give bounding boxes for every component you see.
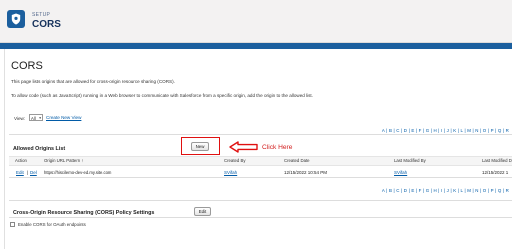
allowed-origins-title: Allowed Origins List: [13, 146, 66, 152]
view-select-value: All: [31, 116, 36, 121]
column-header-origin-url[interactable]: Origin URL Pattern ↑: [44, 158, 83, 163]
cors-shield-icon: [7, 10, 25, 28]
view-select[interactable]: All ▾: [29, 114, 43, 121]
annotation-arrow-icon: [229, 141, 258, 153]
column-header-created-date[interactable]: Created Date: [284, 158, 310, 163]
alphabet-filter-bottom[interactable]: A | B | C | D | E | F | G | H | I | J | …: [382, 188, 509, 193]
enable-cors-oauth-checkbox[interactable]: [10, 222, 15, 227]
view-label: View:: [14, 116, 26, 121]
edit-link[interactable]: Edit: [16, 170, 24, 175]
alphabet-filter-top[interactable]: A | B | C | D | E | F | G | H | I | J | …: [382, 128, 509, 133]
page-instructions: To allow code (such as JavaScript) runni…: [11, 93, 313, 98]
cors-policy-title: Cross-Origin Resource Sharing (CORS) Pol…: [13, 210, 155, 216]
chevron-down-icon: ▾: [39, 116, 41, 120]
page-title: CORS: [11, 60, 43, 72]
origin-url-cell: https://hiscilemo-dev-ed.my.site.com: [44, 170, 112, 175]
section-divider: [9, 200, 512, 201]
annotation-click-here: Click Here: [262, 144, 293, 151]
last-modified-date-cell: 12/15/2022 1: [482, 170, 509, 175]
column-header-last-modified-date[interactable]: Last Modified D: [482, 158, 512, 163]
column-header-created-by[interactable]: Created By: [224, 158, 246, 163]
header-title: CORS: [32, 19, 61, 30]
create-new-view-link[interactable]: Create New View: [46, 115, 81, 120]
main-content: CORS This page lists origins that are al…: [4, 49, 512, 249]
delete-link[interactable]: Del: [30, 170, 37, 175]
origins-table-header: [9, 156, 512, 166]
created-by-link[interactable]: SVifah: [224, 170, 237, 175]
edit-policy-button[interactable]: Edit: [194, 207, 211, 216]
annotation-highlight-box: [181, 137, 220, 155]
header-eyebrow: SETUP: [32, 12, 51, 18]
column-header-last-modified-by[interactable]: Last Modified By: [394, 158, 426, 163]
page-description: This page lists origins that are allowed…: [11, 79, 175, 84]
table-row-divider: [9, 177, 512, 178]
action-separator: |: [27, 170, 29, 175]
setup-header: SETUP CORS: [0, 0, 512, 43]
last-modified-by-link[interactable]: SVifah: [394, 170, 407, 175]
section-divider: [9, 134, 512, 135]
section-divider: [9, 217, 512, 218]
enable-cors-oauth-label: Enable CORS for OAuth endpoints: [18, 222, 86, 227]
column-header-action: Action: [15, 158, 27, 163]
created-date-cell: 12/15/2022 10:54 PM: [284, 170, 328, 175]
